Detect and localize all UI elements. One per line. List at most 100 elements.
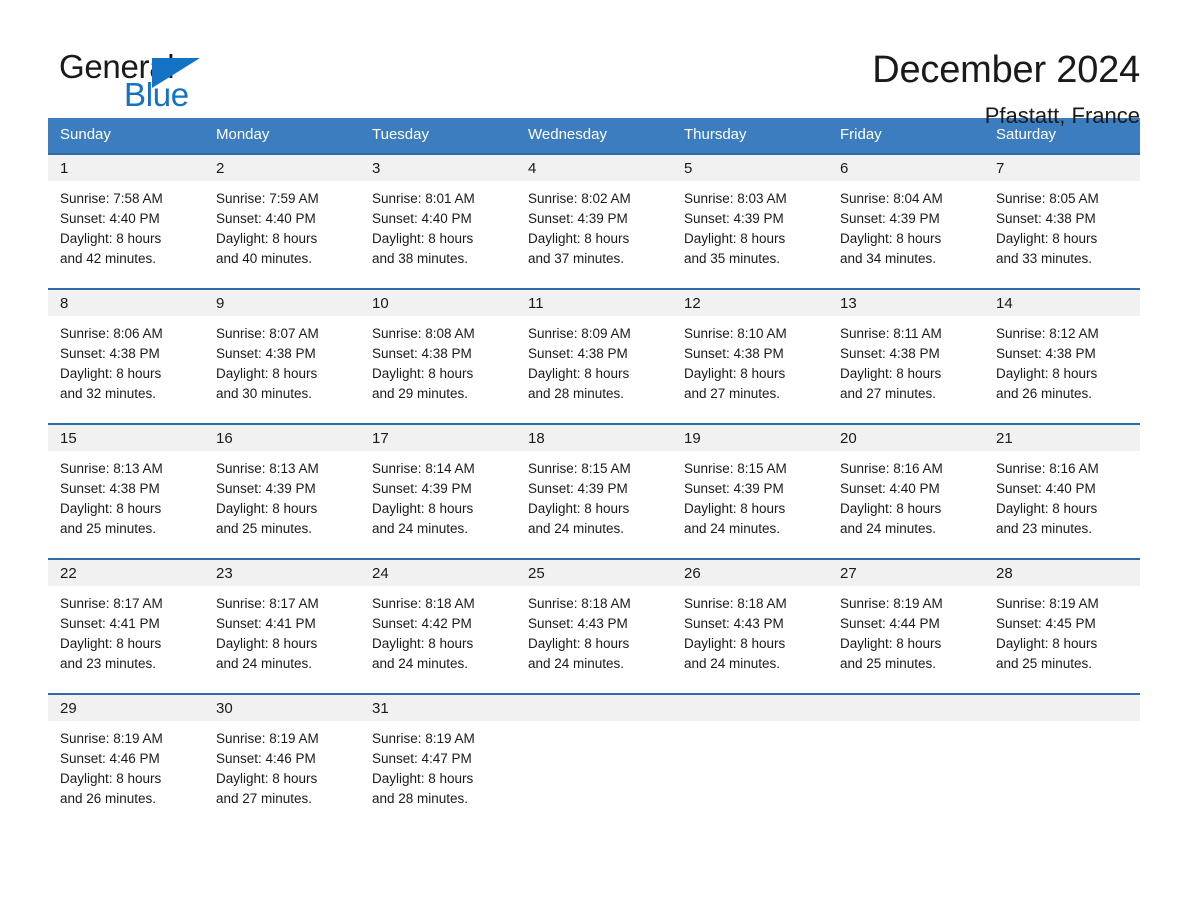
day-details: Sunrise: 8:08 AM Sunset: 4:38 PM Dayligh… [360,316,516,404]
daylight-text-line2: and 32 minutes. [60,386,157,401]
generalblue-logo[interactable]: General Blue [48,48,248,114]
day-number: 21 [984,425,1140,451]
day-cell[interactable]: 11 Sunrise: 8:09 AM Sunset: 4:38 PM Dayl… [516,288,672,424]
sunset-text: Sunset: 4:38 PM [372,346,472,361]
sunset-text: Sunset: 4:41 PM [60,616,160,631]
day-number: 26 [672,560,828,586]
daylight-text-line1: Daylight: 8 hours [372,501,474,516]
sunset-text: Sunset: 4:38 PM [996,346,1096,361]
day-details: Sunrise: 8:15 AM Sunset: 4:39 PM Dayligh… [516,451,672,539]
day-cell-empty [516,693,672,829]
daylight-text-line2: and 33 minutes. [996,251,1093,266]
day-cell[interactable]: 3 Sunrise: 8:01 AM Sunset: 4:40 PM Dayli… [360,153,516,289]
day-details: Sunrise: 8:16 AM Sunset: 4:40 PM Dayligh… [984,451,1140,539]
sunset-text: Sunset: 4:40 PM [996,481,1096,496]
sunrise-text: Sunrise: 8:07 AM [216,326,319,341]
day-cell[interactable]: 21 Sunrise: 8:16 AM Sunset: 4:40 PM Dayl… [984,423,1140,559]
daylight-text-line2: and 40 minutes. [216,251,313,266]
daylight-text-line1: Daylight: 8 hours [840,366,942,381]
day-number: 3 [360,155,516,181]
sunset-text: Sunset: 4:44 PM [840,616,940,631]
daylight-text-line2: and 30 minutes. [216,386,313,401]
day-cell[interactable]: 23 Sunrise: 8:17 AM Sunset: 4:41 PM Dayl… [204,558,360,694]
daylight-text-line2: and 25 minutes. [216,521,313,536]
day-cell[interactable]: 7 Sunrise: 8:05 AM Sunset: 4:38 PM Dayli… [984,153,1140,289]
day-cell[interactable]: 10 Sunrise: 8:08 AM Sunset: 4:38 PM Dayl… [360,288,516,424]
daylight-text-line1: Daylight: 8 hours [684,366,786,381]
day-cell[interactable]: 4 Sunrise: 8:02 AM Sunset: 4:39 PM Dayli… [516,153,672,289]
weekday-header-wednesday: Wednesday [516,118,672,154]
sunrise-sunset-calendar: Sunday Monday Tuesday Wednesday Thursday… [48,118,1140,829]
day-cell[interactable]: 30 Sunrise: 8:19 AM Sunset: 4:46 PM Dayl… [204,693,360,829]
daylight-text-line2: and 23 minutes. [60,656,157,671]
day-number: 6 [828,155,984,181]
day-details: Sunrise: 8:06 AM Sunset: 4:38 PM Dayligh… [48,316,204,404]
day-number: 19 [672,425,828,451]
day-details: Sunrise: 8:10 AM Sunset: 4:38 PM Dayligh… [672,316,828,404]
daylight-text-line2: and 24 minutes. [684,656,781,671]
day-cell[interactable]: 1 Sunrise: 7:58 AM Sunset: 4:40 PM Dayli… [48,153,204,289]
day-details: Sunrise: 8:14 AM Sunset: 4:39 PM Dayligh… [360,451,516,539]
day-details: Sunrise: 8:19 AM Sunset: 4:45 PM Dayligh… [984,586,1140,674]
sunrise-text: Sunrise: 8:16 AM [840,461,943,476]
daylight-text-line1: Daylight: 8 hours [996,231,1098,246]
sunset-text: Sunset: 4:39 PM [528,211,628,226]
day-details: Sunrise: 7:58 AM Sunset: 4:40 PM Dayligh… [48,181,204,269]
day-cell[interactable]: 15 Sunrise: 8:13 AM Sunset: 4:38 PM Dayl… [48,423,204,559]
daylight-text-line1: Daylight: 8 hours [60,366,162,381]
day-cell[interactable]: 25 Sunrise: 8:18 AM Sunset: 4:43 PM Dayl… [516,558,672,694]
day-cell[interactable]: 22 Sunrise: 8:17 AM Sunset: 4:41 PM Dayl… [48,558,204,694]
sunrise-text: Sunrise: 8:15 AM [528,461,631,476]
sunset-text: Sunset: 4:38 PM [996,211,1096,226]
day-number: 1 [48,155,204,181]
week-row: 22 Sunrise: 8:17 AM Sunset: 4:41 PM Dayl… [48,558,1140,694]
day-cell[interactable]: 6 Sunrise: 8:04 AM Sunset: 4:39 PM Dayli… [828,153,984,289]
daylight-text-line1: Daylight: 8 hours [528,231,630,246]
day-cell[interactable]: 26 Sunrise: 8:18 AM Sunset: 4:43 PM Dayl… [672,558,828,694]
daylight-text-line2: and 28 minutes. [528,386,625,401]
week-row: 8 Sunrise: 8:06 AM Sunset: 4:38 PM Dayli… [48,288,1140,424]
day-cell[interactable]: 24 Sunrise: 8:18 AM Sunset: 4:42 PM Dayl… [360,558,516,694]
day-cell[interactable]: 13 Sunrise: 8:11 AM Sunset: 4:38 PM Dayl… [828,288,984,424]
sunrise-text: Sunrise: 8:12 AM [996,326,1099,341]
day-cell-empty [984,693,1140,829]
day-cell[interactable]: 16 Sunrise: 8:13 AM Sunset: 4:39 PM Dayl… [204,423,360,559]
day-cell[interactable]: 17 Sunrise: 8:14 AM Sunset: 4:39 PM Dayl… [360,423,516,559]
day-cell[interactable]: 9 Sunrise: 8:07 AM Sunset: 4:38 PM Dayli… [204,288,360,424]
day-number: 2 [204,155,360,181]
daylight-text-line2: and 34 minutes. [840,251,937,266]
day-cell[interactable]: 12 Sunrise: 8:10 AM Sunset: 4:38 PM Dayl… [672,288,828,424]
daylight-text-line1: Daylight: 8 hours [996,636,1098,651]
day-number: 5 [672,155,828,181]
day-cell[interactable]: 8 Sunrise: 8:06 AM Sunset: 4:38 PM Dayli… [48,288,204,424]
day-cell[interactable]: 18 Sunrise: 8:15 AM Sunset: 4:39 PM Dayl… [516,423,672,559]
day-cell[interactable]: 29 Sunrise: 8:19 AM Sunset: 4:46 PM Dayl… [48,693,204,829]
daylight-text-line2: and 25 minutes. [996,656,1093,671]
sunrise-text: Sunrise: 8:18 AM [684,596,787,611]
day-cell[interactable]: 5 Sunrise: 8:03 AM Sunset: 4:39 PM Dayli… [672,153,828,289]
sunrise-text: Sunrise: 8:19 AM [60,731,163,746]
sunrise-text: Sunrise: 8:17 AM [60,596,163,611]
day-cell[interactable]: 20 Sunrise: 8:16 AM Sunset: 4:40 PM Dayl… [828,423,984,559]
day-cell-empty [672,693,828,829]
daylight-text-line1: Daylight: 8 hours [60,771,162,786]
sunrise-text: Sunrise: 8:19 AM [840,596,943,611]
sunrise-text: Sunrise: 8:14 AM [372,461,475,476]
day-cell[interactable]: 27 Sunrise: 8:19 AM Sunset: 4:44 PM Dayl… [828,558,984,694]
day-cell[interactable]: 14 Sunrise: 8:12 AM Sunset: 4:38 PM Dayl… [984,288,1140,424]
daylight-text-line2: and 38 minutes. [372,251,469,266]
day-cell[interactable]: 28 Sunrise: 8:19 AM Sunset: 4:45 PM Dayl… [984,558,1140,694]
day-details: Sunrise: 8:19 AM Sunset: 4:47 PM Dayligh… [360,721,516,809]
sunset-text: Sunset: 4:47 PM [372,751,472,766]
day-cell[interactable]: 2 Sunrise: 7:59 AM Sunset: 4:40 PM Dayli… [204,153,360,289]
daylight-text-line2: and 24 minutes. [840,521,937,536]
day-cell[interactable]: 19 Sunrise: 8:15 AM Sunset: 4:39 PM Dayl… [672,423,828,559]
day-number: 16 [204,425,360,451]
day-number: 29 [48,695,204,721]
day-number: 12 [672,290,828,316]
day-cell[interactable]: 31 Sunrise: 8:19 AM Sunset: 4:47 PM Dayl… [360,693,516,829]
sunset-text: Sunset: 4:38 PM [60,346,160,361]
sunrise-text: Sunrise: 7:59 AM [216,191,319,206]
daylight-text-line1: Daylight: 8 hours [840,501,942,516]
sunrise-text: Sunrise: 7:58 AM [60,191,163,206]
